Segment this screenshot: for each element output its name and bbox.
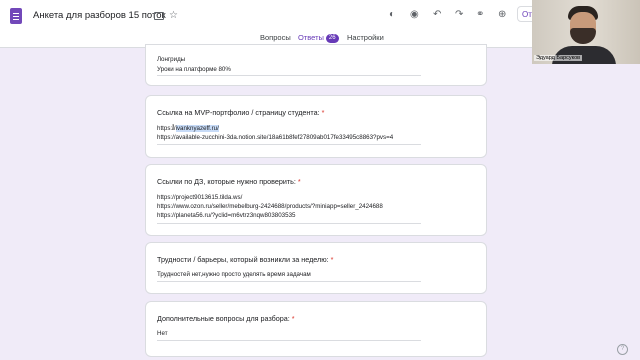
response-card-mvp-link: Ссылка на MVP-портфолио / страницу студе… — [145, 95, 487, 158]
preview-icon[interactable]: ◉ — [410, 9, 419, 20]
question-title: Ссылки по ДЗ, которые нужно проверить: * — [157, 177, 301, 186]
question-title: Дополнительные вопросы для разбора: * — [157, 314, 295, 323]
answer-text: Нет — [157, 330, 168, 337]
response-card-difficulties: Трудности / барьеры, который возникли за… — [145, 242, 487, 294]
star-icon[interactable]: ☆ — [169, 10, 178, 22]
text-cursor-icon: I — [172, 123, 175, 132]
question-title: Ссылка на MVP-портфолио / страницу студе… — [157, 108, 325, 117]
answer-underline — [157, 281, 421, 282]
add-collaborator-icon[interactable]: ⊕ — [498, 9, 506, 20]
link-icon[interactable]: ⚭ — [476, 9, 484, 20]
answer-underline — [157, 75, 421, 76]
undo-icon[interactable]: ↶ — [433, 9, 441, 20]
tab-questions[interactable]: Вопросы — [260, 33, 291, 42]
form-title[interactable]: Анкета для разборов 15 поток — [33, 10, 166, 21]
tab-responses[interactable]: Ответы 26 — [298, 33, 339, 43]
answer-link[interactable]: https://available-zucchini-3da.notion.si… — [157, 133, 393, 143]
question-title: Трудности / барьеры, который возникли за… — [157, 255, 334, 264]
palette-icon[interactable]: ◐ — [389, 9, 395, 20]
top-bar: Анкета для разборов 15 поток ☆ ◐ ◉ ↶ ↷ ⚭… — [0, 0, 532, 48]
help-icon[interactable]: ? — [617, 344, 628, 355]
folder-icon[interactable] — [154, 12, 164, 20]
tab-settings[interactable]: Настройки — [347, 33, 384, 42]
answer-line: Лонгриды — [157, 56, 186, 63]
forms-app-icon[interactable] — [10, 8, 22, 24]
responses-count-badge: 26 — [325, 33, 339, 43]
answer-underline — [157, 223, 421, 224]
answer-link[interactable]: https://planeta56.ru/?yclid=m6vtrz3nqw80… — [157, 211, 295, 221]
response-card-homework-links: Ссылки по ДЗ, которые нужно проверить: *… — [145, 164, 487, 236]
response-card-previous: Лонгриды Уроки на платформе 80% — [145, 44, 487, 86]
participant-name: Эдуард Барсуков — [534, 55, 583, 61]
redo-icon[interactable]: ↷ — [455, 9, 463, 20]
response-card-extra-questions: Дополнительные вопросы для разбора: * Не… — [145, 301, 487, 357]
answer-underline — [157, 144, 421, 145]
answer-line: Уроки на платформе 80% — [157, 66, 231, 73]
answer-text: Трудностей нет,нужно просто уделять врем… — [157, 271, 311, 278]
answer-underline — [157, 340, 421, 341]
